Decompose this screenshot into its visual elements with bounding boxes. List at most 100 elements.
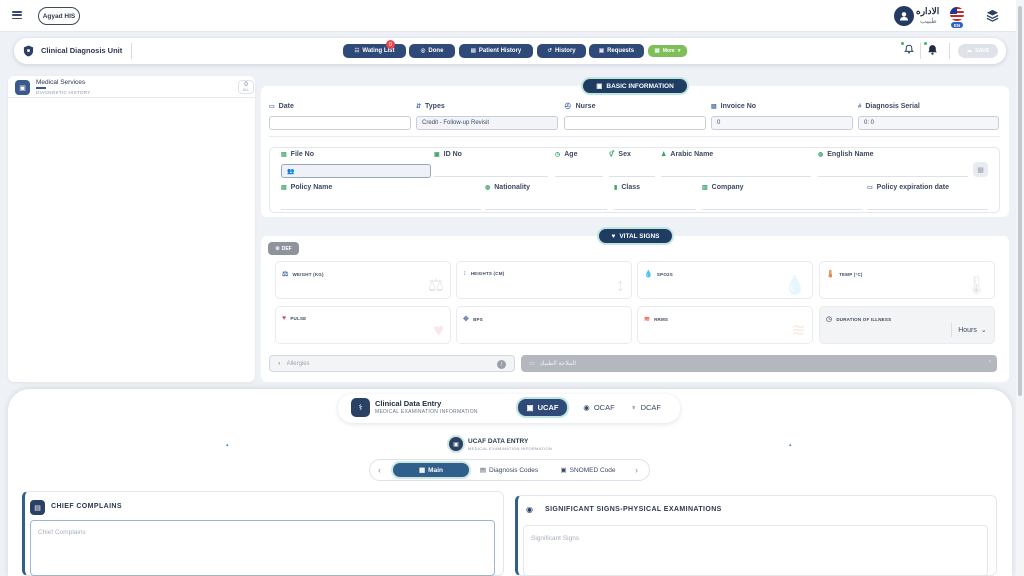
- shield-icon: [23, 45, 34, 57]
- significant-signs-title: SIGNIFICANT SIGNS-PHYSICAL EXAMINATIONS: [545, 506, 722, 513]
- spo2-label-text: SPO2S: [656, 271, 673, 277]
- english-name-label: ◍ English Name: [818, 151, 874, 158]
- invoice-no-input[interactable]: 0: [711, 116, 853, 130]
- waiting-list-button[interactable]: ☷ Wating List: [343, 44, 406, 58]
- height-icon: ↕: [463, 270, 467, 277]
- vital-signs-header: ♥ VITAL SIGNS: [599, 229, 672, 243]
- history-button[interactable]: ↺ History: [537, 44, 586, 58]
- chevron-left-icon[interactable]: ‹: [378, 465, 381, 475]
- briefcase-icon: ▣: [526, 403, 534, 412]
- spo2-card[interactable]: 💧 SPO2S 💧: [637, 261, 813, 299]
- hash-icon: #: [858, 103, 862, 110]
- age-input[interactable]: [555, 176, 603, 177]
- chief-complains-textarea[interactable]: Chief Complains: [30, 520, 495, 576]
- duration-unit-value: Hours: [958, 326, 977, 334]
- pulse-card[interactable]: ♥ PULSE ♥: [275, 306, 451, 344]
- pulse-label-text: PULSE: [290, 316, 307, 321]
- brand-logo[interactable]: Agyad HIS: [38, 7, 80, 25]
- nurse-icon: ⛑: [564, 104, 572, 110]
- droplet-icon: 💧: [644, 271, 653, 278]
- sort-icon: ⇵: [416, 104, 422, 110]
- waiting-count-badge: 0: [386, 40, 395, 49]
- def-button[interactable]: ⚙ DEF: [268, 242, 299, 255]
- bell-outline-icon[interactable]: [904, 44, 914, 54]
- folder-icon: ▤: [470, 48, 476, 54]
- menu-icon[interactable]: [12, 11, 22, 19]
- temp-card[interactable]: 🌡 TEMP (°C) 🌡: [819, 261, 995, 299]
- done-label: Done: [428, 48, 444, 54]
- unit-title: Clinical Diagnosis Unit: [41, 46, 123, 55]
- heart-icon: ♥: [282, 315, 287, 322]
- tab-dcaf[interactable]: ♆ DCAF: [626, 399, 666, 416]
- medical-services-header: ▣ Medical Services DIAGNOSTIC HISTORY 0 …: [8, 76, 255, 98]
- policy-expiration-input[interactable]: [867, 209, 988, 210]
- services-count[interactable]: 0 ALL: [238, 80, 254, 94]
- clipboard-icon: ▣: [598, 48, 605, 54]
- lungs-watermark-icon: ≋: [790, 320, 806, 340]
- arabic-name-label: ♟ Arabic Name: [661, 151, 713, 158]
- gender-icon: ⚥: [609, 152, 615, 158]
- warning-icon[interactable]: !: [497, 360, 506, 369]
- user-search-icon[interactable]: 👥: [287, 168, 294, 175]
- invoice-no-label: ▤ Invoice No: [711, 103, 756, 110]
- medical-notes-input[interactable]: ▭ الملاحة الطبيك ›: [521, 355, 997, 372]
- calendar-icon: ▭: [269, 104, 275, 110]
- requests-button[interactable]: ▣ Requests: [589, 44, 644, 58]
- duration-unit-select[interactable]: Hours ⌄: [951, 323, 993, 337]
- droplet-watermark-icon: 💧: [783, 275, 806, 295]
- decoration-dot: ▴: [226, 442, 229, 448]
- language-badge[interactable]: EN: [951, 22, 963, 28]
- class-input[interactable]: [614, 209, 696, 210]
- file-no-input[interactable]: 👥: [281, 164, 431, 178]
- date-input[interactable]: [269, 116, 411, 130]
- file-no-label: ▤ File No: [281, 151, 314, 158]
- nationality-input[interactable]: [485, 209, 607, 210]
- company-input[interactable]: [702, 209, 862, 210]
- english-name-label-text: English Name: [827, 151, 874, 158]
- tab-ocaf-label: OCAF: [593, 403, 615, 412]
- bps-card[interactable]: ✥ BPS: [456, 306, 632, 344]
- scrollbar-thumb[interactable]: [1018, 6, 1022, 396]
- user-avatar[interactable]: [894, 6, 914, 26]
- chevron-down-icon: ▾: [677, 48, 681, 54]
- chevron-right-icon[interactable]: ›: [635, 465, 638, 475]
- tab-ucaf[interactable]: ▣ UCAF: [518, 399, 567, 416]
- rrms-label-text: RRMS: [654, 316, 669, 322]
- significant-signs-textarea[interactable]: Significant Signs: [523, 525, 988, 576]
- tab-main[interactable]: ▦ Main: [393, 463, 469, 477]
- heights-card[interactable]: ↕ HEIGHTS (CM) ↕: [456, 261, 632, 299]
- types-select[interactable]: Credit - Follow-up Revisit: [416, 116, 558, 130]
- arabic-name-input[interactable]: [661, 176, 811, 177]
- more-label: More: [662, 48, 675, 54]
- save-button[interactable]: ☁ SAVE: [958, 44, 998, 58]
- allergies-input[interactable]: ◐ Allergies!: [269, 355, 515, 372]
- patient-history-button[interactable]: ▤ Patient History: [459, 44, 533, 58]
- tab-ocaf[interactable]: ◉ OCAF: [574, 399, 624, 416]
- code-icon: ▣: [560, 467, 567, 474]
- layers-icon[interactable]: [986, 9, 999, 22]
- history-icon: ↺: [547, 48, 552, 54]
- english-name-input[interactable]: [818, 176, 968, 177]
- weight-card[interactable]: ⚖ WEIGHT (KG) ⚖: [275, 261, 451, 299]
- us-flag-icon[interactable]: [950, 7, 964, 21]
- title-underline: [36, 87, 46, 89]
- diagnostic-history-subtitle: DIAGNOSTIC HISTORY: [36, 90, 91, 95]
- patient-card-button[interactable]: ▦: [973, 162, 988, 177]
- more-button[interactable]: ▦ More ▾: [648, 45, 687, 57]
- temp-label: 🌡 TEMP (°C): [826, 270, 863, 278]
- policy-name-input[interactable]: [281, 209, 481, 210]
- done-button[interactable]: ◎ Done: [409, 44, 455, 58]
- sex-input[interactable]: [609, 176, 655, 177]
- ucaf-data-entry-title: UCAF DATA ENTRY: [468, 438, 529, 445]
- diagnosis-serial-input[interactable]: 0: 0: [858, 116, 999, 130]
- rrms-card[interactable]: ≋ RRMS ≋: [637, 306, 813, 344]
- company-label: ▥ Company: [702, 184, 744, 191]
- id-no-input[interactable]: [434, 176, 548, 177]
- tab-diagnosis-codes[interactable]: ▤ Diagnosis Codes: [476, 463, 542, 477]
- tab-snomed-code[interactable]: ▣ SNOMED Code: [558, 463, 618, 477]
- duration-label: ◷ DURATION OF ILLNESS: [826, 315, 891, 323]
- ucaf-icon: ▣: [449, 437, 463, 451]
- nurse-input[interactable]: [564, 116, 706, 130]
- notification-bell-icon[interactable]: [927, 44, 938, 55]
- cloud-upload-icon: ☁: [966, 48, 972, 54]
